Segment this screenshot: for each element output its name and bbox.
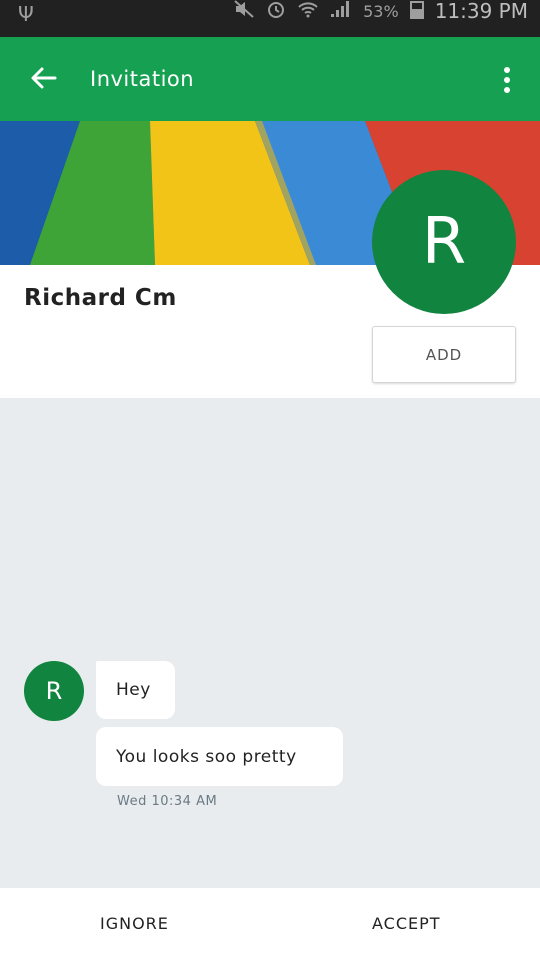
- status-icons: 53% 11:39 PM: [233, 0, 528, 23]
- app-bar: Invitation: [0, 37, 540, 121]
- battery-icon: [409, 0, 425, 23]
- arrow-back-icon: [31, 67, 57, 89]
- usb-icon: Ψ: [18, 2, 34, 26]
- message-bubble: You looks soo pretty: [96, 727, 343, 786]
- accept-button[interactable]: ACCEPT: [372, 914, 441, 933]
- contact-name: Richard Cm: [24, 285, 177, 311]
- overflow-menu-button[interactable]: [494, 63, 520, 97]
- add-button[interactable]: ADD: [372, 326, 516, 383]
- alarm-icon: [265, 0, 287, 23]
- mute-icon: [233, 0, 255, 23]
- message-bubble: Hey: [96, 661, 175, 719]
- status-bar: Ψ 53% 11:39 PM: [0, 0, 540, 37]
- page-title: Invitation: [90, 67, 195, 91]
- sender-avatar: R: [24, 661, 84, 721]
- chat-area: R Hey You looks soo pretty Wed 10:34 AM: [0, 398, 540, 888]
- wifi-icon: [297, 0, 319, 23]
- more-vert-icon: [504, 67, 510, 73]
- message-timestamp: Wed 10:34 AM: [117, 794, 218, 809]
- back-button[interactable]: [26, 61, 60, 95]
- avatar: R: [372, 170, 516, 314]
- signal-icon: [329, 0, 353, 23]
- clock: 11:39 PM: [434, 0, 528, 23]
- ignore-button[interactable]: IGNORE: [100, 914, 169, 933]
- invitation-actions: IGNORE ACCEPT: [0, 888, 540, 960]
- battery-percent: 53%: [363, 1, 399, 21]
